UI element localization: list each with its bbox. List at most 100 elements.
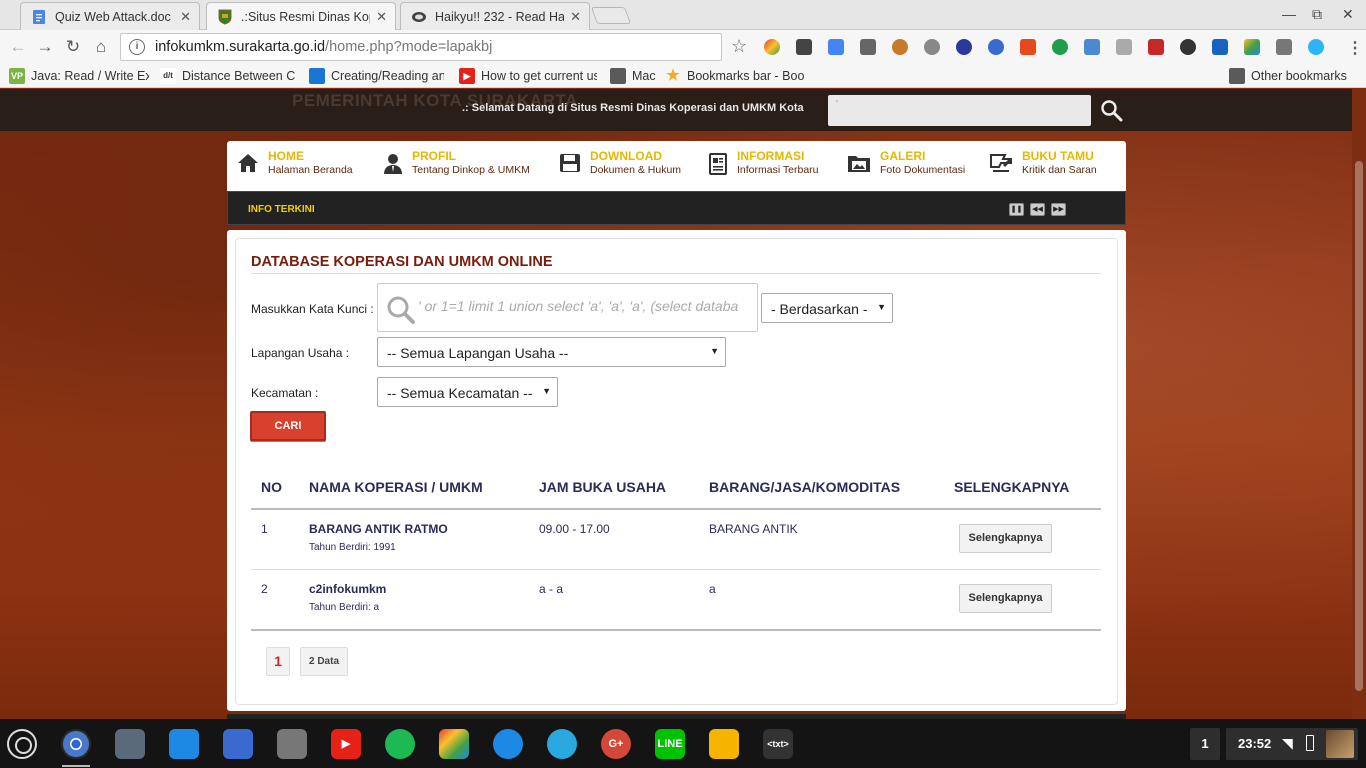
home-icon: [238, 154, 258, 172]
fast-forward-icon[interactable]: ▶▶: [1051, 203, 1066, 216]
os-shelf: ▶ G+ LINE <txt> 1 23:52 ◥: [0, 719, 1366, 768]
shield-crest-icon: [217, 9, 233, 25]
bookmark-item[interactable]: ▶ How to get current us: [459, 68, 597, 84]
back-icon[interactable]: ←: [8, 37, 28, 57]
folder-icon: [610, 68, 626, 84]
calendar-app-icon[interactable]: [277, 729, 307, 759]
tab-quiz-web-attack[interactable]: Quiz Web Attack.doc - Go ✕: [20, 2, 200, 30]
cast-icon[interactable]: [1276, 39, 1292, 55]
inbox-app-icon[interactable]: [223, 729, 253, 759]
data-count-badge: 2 Data: [300, 647, 348, 676]
compass-extension-icon[interactable]: [924, 39, 940, 55]
close-tab-icon[interactable]: ✕: [570, 9, 581, 25]
new-tab-button[interactable]: [590, 7, 632, 24]
tab-situs-resmi[interactable]: .:Situs Resmi Dinas Kope ✕: [206, 2, 396, 31]
tab-haikyu[interactable]: Haikyu!! 232 - Read Haik ✕: [400, 2, 590, 30]
search-button[interactable]: CARI: [250, 411, 326, 441]
bookmark-folder[interactable]: Mac: [610, 68, 658, 84]
dropbox-icon[interactable]: [1212, 39, 1228, 55]
blue-page-icon: [309, 68, 325, 84]
green-extension-icon[interactable]: [1052, 39, 1068, 55]
close-tab-icon[interactable]: ✕: [180, 9, 191, 25]
grey-extension-icon[interactable]: [1116, 39, 1132, 55]
system-tray[interactable]: 23:52 ◥: [1226, 728, 1358, 760]
palette-extension-icon[interactable]: [892, 39, 908, 55]
browser-menu-icon[interactable]: ⋮: [1347, 38, 1363, 58]
avatar: [1326, 730, 1354, 758]
google-plus-app-icon[interactable]: G+: [601, 729, 631, 759]
minimize-icon[interactable]: —: [1282, 6, 1296, 22]
reload-icon[interactable]: ↻: [63, 37, 83, 57]
nav-item-download[interactable]: DOWNLOAD Dokumen & Hukum: [559, 149, 681, 177]
red-book-extension-icon[interactable]: [1148, 39, 1164, 55]
distance-icon: d/t: [160, 68, 176, 84]
launcher-icon[interactable]: [7, 729, 37, 759]
chrome-app-icon[interactable]: [61, 729, 91, 759]
keyword-field[interactable]: [377, 283, 758, 332]
url-host: infokumkm.surakarta.go.id: [155, 39, 326, 55]
notification-count[interactable]: 1: [1190, 728, 1220, 760]
nav-item-profil[interactable]: PROFIL Tentang Dinkop & UMKM: [383, 149, 530, 177]
dark-extension-icon[interactable]: [1180, 39, 1196, 55]
messenger-app-icon[interactable]: [493, 729, 523, 759]
pause-icon[interactable]: ❚❚: [1009, 203, 1024, 216]
nav-item-galeri[interactable]: GALERI Foto Dokumentasi: [847, 149, 965, 177]
search-icon: [387, 296, 415, 324]
site-info-icon[interactable]: i: [129, 39, 145, 55]
search-icon[interactable]: [1100, 99, 1124, 123]
page-scrollbar[interactable]: [1352, 89, 1366, 719]
row-founded-year: Tahun Berdiri: a: [309, 602, 380, 613]
mail-extension-icon[interactable]: [860, 39, 876, 55]
tab-title: Haikyu!! 232 - Read Haik: [435, 9, 565, 24]
nav-item-buku-tamu[interactable]: BUKU TAMU Kritik dan Saran: [989, 149, 1097, 177]
keep-app-icon[interactable]: [709, 729, 739, 759]
bookmark-item[interactable]: ★ Bookmarks bar - Book: [665, 68, 805, 84]
column-header-name: NAMA KOPERASI / UMKM: [309, 479, 483, 495]
row-goods: a: [709, 582, 716, 596]
forward-icon[interactable]: →: [35, 37, 55, 57]
maximize-icon[interactable]: ⧉: [1312, 6, 1322, 23]
address-bar[interactable]: i infokumkm.surakarta.go.id/home.php?mod…: [120, 33, 722, 61]
close-window-icon[interactable]: ✕: [1342, 6, 1354, 23]
google-translate-icon[interactable]: [828, 39, 844, 55]
kecamatan-label: Kecamatan :: [251, 386, 319, 400]
telegram-app-icon[interactable]: [547, 729, 577, 759]
details-button[interactable]: Selengkapnya: [959, 584, 1052, 613]
text-app-icon[interactable]: <txt>: [763, 729, 793, 759]
welcome-marquee: .: Selamat Datang di Situs Resmi Dinas K…: [462, 102, 804, 114]
close-tab-icon[interactable]: ✕: [376, 9, 387, 25]
folder-icon: [1229, 68, 1245, 84]
bookmark-item[interactable]: d/t Distance Between Citi: [160, 68, 296, 84]
details-button[interactable]: Selengkapnya: [959, 524, 1052, 553]
bookmark-item[interactable]: Creating/Reading an: [309, 68, 444, 84]
page-number-current[interactable]: 1: [266, 647, 290, 676]
bookmark-star-icon[interactable]: ☆: [731, 36, 747, 57]
nav-item-home[interactable]: HOME Halaman Beranda: [237, 149, 353, 177]
line-app-icon[interactable]: LINE: [655, 729, 685, 759]
bookmark-item[interactable]: VP Java: Read / Write Ex: [9, 68, 149, 84]
keyword-input[interactable]: [418, 298, 743, 314]
based-on-select[interactable]: - Berdasarkan - ▼: [761, 293, 893, 323]
youtube-app-icon[interactable]: ▶: [331, 729, 361, 759]
office-icon[interactable]: [1020, 39, 1036, 55]
rainbow-extension-icon[interactable]: [764, 39, 780, 55]
google-drive-icon[interactable]: [1244, 39, 1260, 55]
extension-icon[interactable]: [796, 39, 812, 55]
k-extension-icon[interactable]: [956, 39, 972, 55]
nav-item-informasi[interactable]: INFORMASI Informasi Terbaru: [708, 149, 819, 177]
spotify-app-icon[interactable]: [385, 729, 415, 759]
kecamatan-select[interactable]: -- Semua Kecamatan -- ▼: [377, 377, 558, 407]
scrollbar-thumb[interactable]: [1355, 161, 1363, 691]
sync-extension-icon[interactable]: [988, 39, 1004, 55]
blue-extension-icon[interactable]: [1084, 39, 1100, 55]
rewind-icon[interactable]: ◀◀: [1030, 203, 1045, 216]
site-search-input[interactable]: ': [828, 95, 1091, 126]
heading-divider: [251, 273, 1101, 274]
photos-app-icon[interactable]: [439, 729, 469, 759]
files-app-icon[interactable]: [169, 729, 199, 759]
home-browser-icon[interactable]: ⌂: [91, 37, 111, 57]
store-app-icon[interactable]: [115, 729, 145, 759]
skype-icon[interactable]: [1308, 39, 1324, 55]
other-bookmarks-folder[interactable]: Other bookmarks: [1229, 68, 1347, 84]
lapangan-usaha-select[interactable]: -- Semua Lapangan Usaha -- ▼: [377, 337, 726, 367]
